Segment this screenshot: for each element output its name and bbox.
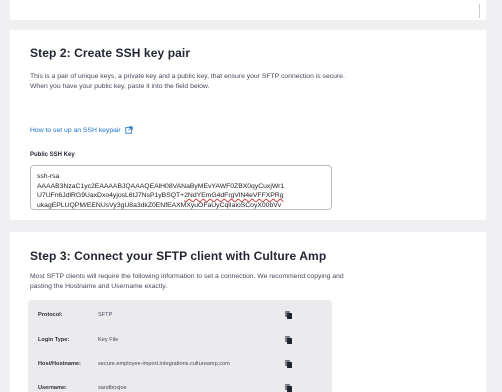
ssh-keypair-help-link-label: How to set up an SSH keypair (30, 126, 121, 134)
external-link-icon (125, 126, 133, 134)
table-row: Host/Hostname: secure.employee-import.in… (38, 356, 324, 372)
public-ssh-key-field[interactable]: ssh-rsa AAAAB3NzaC1yc2EAAAABJQAAAQEAlH08… (30, 165, 332, 210)
key-line-1: ssh-rsa (37, 173, 60, 180)
row-label: Username: (38, 385, 67, 391)
table-row: Protocol: SFTP (38, 307, 324, 323)
step3-title: Step 3: Connect your SFTP client with Cu… (30, 249, 327, 263)
step3-card: Step 3: Connect your SFTP client with Cu… (10, 232, 486, 392)
step2-card: Step 2: Create SSH key pair This is a pa… (10, 30, 486, 220)
key-line-2: AAAAB3NzaC1yc2EAAAABJQAAAQEAlH08VANaByME… (37, 182, 285, 190)
key-line-4: ukagEPLUQPM/EENUsVy3gU8a3dkZ0ENfEAXMXyuO… (37, 201, 282, 209)
table-row: Username: sandboxjoe (38, 380, 324, 392)
copy-icon[interactable] (285, 360, 293, 369)
row-label: Protocol: (38, 312, 63, 318)
row-label: Host/Hostname: (38, 361, 81, 367)
public-ssh-key-value: ssh-rsa AAAAB3NzaC1yc2EAAAABJQAAAQEAlH08… (37, 172, 325, 209)
step3-description: Most SFTP clients will require the follo… (30, 273, 344, 290)
key-line-3b: 2NdYEmG4dFrgVlN4eVFFXPRg (184, 192, 284, 199)
step2-title: Step 2: Create SSH key pair (30, 46, 191, 60)
copy-icon[interactable] (285, 311, 293, 320)
connection-info-table: Protocol: SFTP Login Type: Key File Host… (28, 300, 332, 392)
row-label: Login Type: (38, 337, 70, 343)
ssh-keypair-help-link[interactable]: How to set up an SSH keypair (30, 126, 133, 134)
previous-step-card (10, 0, 486, 20)
table-row: Login Type: Key File (38, 332, 324, 348)
copy-icon[interactable] (285, 384, 293, 392)
key-line-3a: U7UFn6JdlRG9UaxDxo4yjosL6tJ7NsP1yBSQT+ (37, 192, 185, 199)
scrollbar-divider (479, 4, 480, 18)
public-ssh-key-label: Public SSH Key (30, 152, 75, 158)
copy-icon[interactable] (285, 336, 293, 345)
step2-description: This is a pair of unique keys, a private… (30, 73, 345, 90)
